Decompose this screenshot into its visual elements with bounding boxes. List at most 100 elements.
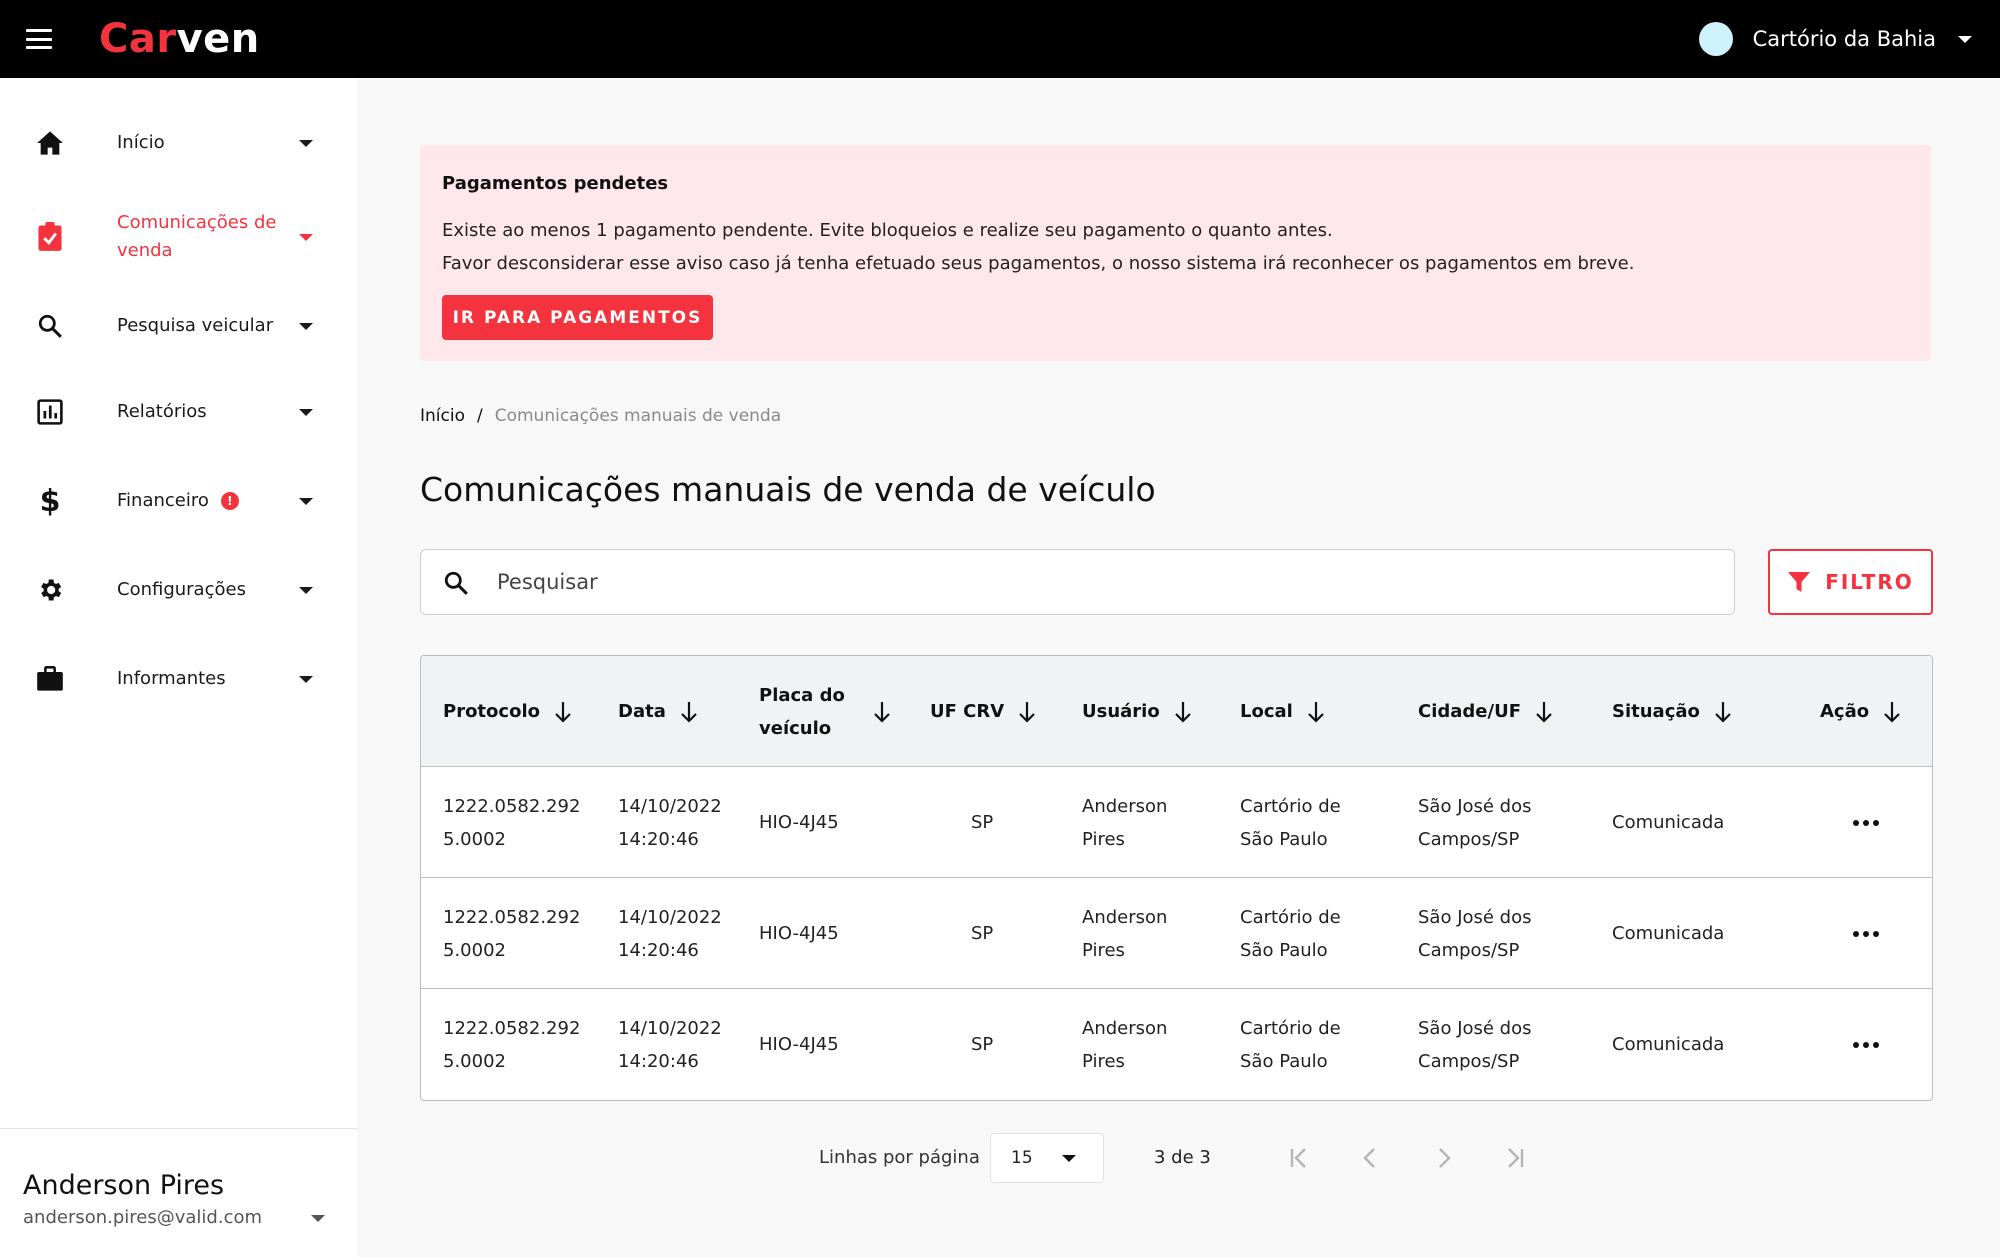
column-header-label: Protocolo xyxy=(443,701,540,722)
search-box[interactable] xyxy=(420,549,1735,615)
gear-icon xyxy=(33,573,67,607)
column-header-usuario[interactable]: Usuário xyxy=(1082,656,1192,767)
top-bar: Carven Cartório da Bahia xyxy=(0,0,2000,78)
clipboard-check-icon xyxy=(33,220,67,254)
chevron-down-icon xyxy=(1062,1155,1076,1162)
menu-icon[interactable] xyxy=(26,29,52,49)
account-switcher[interactable]: Cartório da Bahia xyxy=(1698,19,1972,59)
column-header-acao[interactable]: Ação xyxy=(1820,656,1901,767)
sort-arrow-icon xyxy=(874,701,890,723)
previous-page-icon[interactable] xyxy=(1356,1145,1386,1171)
chevron-down-icon[interactable] xyxy=(299,675,313,683)
column-header-label: UF CRV xyxy=(930,701,1005,722)
alert-message: Existe ao menos 1 pagamento pendente. Ev… xyxy=(442,220,1333,241)
sort-arrow-icon xyxy=(1174,701,1191,723)
sort-arrow-icon xyxy=(1715,701,1731,723)
bar-chart-icon xyxy=(33,395,67,429)
cell-situacao: Comunicada xyxy=(1612,923,1725,944)
sidebar-item-informantes[interactable]: Informantes xyxy=(0,639,357,719)
page-count: 3 de 3 xyxy=(1154,1147,1211,1168)
breadcrumb-separator: / xyxy=(476,406,483,426)
chevron-down-icon[interactable] xyxy=(299,233,313,241)
breadcrumb: Início / Comunicações manuais de venda xyxy=(420,406,781,426)
chevron-down-icon[interactable] xyxy=(299,322,313,330)
chevron-down-icon[interactable] xyxy=(299,408,313,416)
cell-local: Cartório de São Paulo xyxy=(1240,1017,1341,1072)
row-actions-button[interactable] xyxy=(1853,989,1879,1100)
breadcrumb-home[interactable]: Início xyxy=(420,406,465,426)
home-icon xyxy=(33,126,67,160)
chevron-down-icon[interactable] xyxy=(299,586,313,594)
sidebar-item-comunicacoes[interactable]: Comunicações de venda xyxy=(0,194,357,280)
cell-data: 14/10/2022 14:20:46 xyxy=(618,795,722,850)
column-header-label: Cidade/UF xyxy=(1418,701,1521,722)
sidebar-item-inicio[interactable]: Início xyxy=(0,103,357,183)
chevron-down-icon xyxy=(1958,35,1972,43)
sidebar-item-configuracoes[interactable]: Configurações xyxy=(0,550,357,630)
row-actions-button[interactable] xyxy=(1853,767,1879,878)
breadcrumb-current: Comunicações manuais de venda xyxy=(494,406,782,426)
account-name: Cartório da Bahia xyxy=(1752,27,1936,51)
table-header: Protocolo Data Placa do veículo UF CRV U… xyxy=(421,656,1932,767)
cell-cidade: São José dos Campos/SP xyxy=(1418,1017,1532,1072)
column-header-label: Situação xyxy=(1612,701,1700,722)
first-page-icon[interactable] xyxy=(1284,1145,1314,1171)
chevron-down-icon[interactable] xyxy=(299,497,313,505)
column-header-uf-crv[interactable]: UF CRV xyxy=(930,656,1036,767)
filter-button[interactable]: FILTRO xyxy=(1768,549,1933,615)
cell-situacao: Comunicada xyxy=(1612,1034,1725,1055)
next-page-icon[interactable] xyxy=(1428,1145,1458,1171)
cell-usuario: Anderson Pires xyxy=(1082,795,1168,850)
sidebar-item-label: Pesquisa veicular xyxy=(117,315,274,336)
sidebar-item-label: Início xyxy=(117,132,165,153)
cell-data: 14/10/2022 14:20:46 xyxy=(618,906,722,961)
cell-usuario: Anderson Pires xyxy=(1082,906,1168,961)
more-horizontal-icon xyxy=(1853,819,1879,826)
sidebar-item-relatorios[interactable]: Relatórios xyxy=(0,372,357,452)
table-row[interactable]: 1222.0582.292 5.0002 14/10/2022 14:20:46… xyxy=(421,767,1932,878)
sidebar-item-label: Comunicações de venda xyxy=(117,212,277,261)
cell-uf: SP xyxy=(971,1034,994,1055)
cell-usuario: Anderson Pires xyxy=(1082,1017,1168,1072)
chevron-down-icon[interactable] xyxy=(311,1215,325,1222)
column-header-protocolo[interactable]: Protocolo xyxy=(443,656,572,767)
alert-message-secondary: Favor desconsiderar esse aviso caso já t… xyxy=(442,253,1635,274)
cell-placa: HIO-4J45 xyxy=(759,923,839,944)
sidebar-item-label: Configurações xyxy=(117,579,246,600)
user-name: Anderson Pires xyxy=(23,1170,225,1201)
logo-part-red: Car xyxy=(99,16,177,62)
column-header-label: Placa do veículo xyxy=(759,684,845,739)
cell-protocolo: 1222.0582.292 5.0002 xyxy=(443,906,581,961)
sort-arrow-icon xyxy=(1884,701,1900,723)
chevron-down-icon[interactable] xyxy=(299,139,313,147)
sidebar-item-financeiro[interactable]: $ Financeiro! xyxy=(0,461,357,541)
filter-icon xyxy=(1788,572,1811,592)
briefcase-icon xyxy=(33,662,67,696)
rows-per-page-select[interactable]: 15 xyxy=(990,1133,1104,1183)
table-row[interactable]: 1222.0582.292 5.0002 14/10/2022 14:20:46… xyxy=(421,989,1932,1100)
more-horizontal-icon xyxy=(1853,930,1879,937)
cell-cidade: São José dos Campos/SP xyxy=(1418,906,1532,961)
column-header-label: Ação xyxy=(1820,701,1870,722)
sidebar-item-pesquisa-veicular[interactable]: Pesquisa veicular xyxy=(0,283,357,369)
column-header-placa[interactable]: Placa do veículo xyxy=(759,656,891,767)
last-page-icon[interactable] xyxy=(1500,1145,1530,1171)
column-header-label: Data xyxy=(618,701,666,722)
logo[interactable]: Carven xyxy=(99,12,260,66)
cell-placa: HIO-4J45 xyxy=(759,1034,839,1055)
user-email: anderson.pires@valid.com xyxy=(23,1207,263,1228)
column-header-local[interactable]: Local xyxy=(1240,656,1325,767)
column-header-cidade[interactable]: Cidade/UF xyxy=(1418,656,1553,767)
go-to-payments-button[interactable]: IR PARA PAGAMENTOS xyxy=(442,295,713,340)
row-actions-button[interactable] xyxy=(1853,878,1879,989)
column-header-situacao[interactable]: Situação xyxy=(1612,656,1732,767)
table-row[interactable]: 1222.0582.292 5.0002 14/10/2022 14:20:46… xyxy=(421,878,1932,989)
cell-protocolo: 1222.0582.292 5.0002 xyxy=(443,1017,581,1072)
page-title: Comunicações manuais de venda de veículo xyxy=(420,470,1156,509)
search-icon xyxy=(33,309,67,343)
logo-part-white: ven xyxy=(176,16,260,62)
search-input[interactable] xyxy=(497,564,1697,600)
more-horizontal-icon xyxy=(1853,1041,1879,1048)
cell-data: 14/10/2022 14:20:46 xyxy=(618,1017,722,1072)
column-header-data[interactable]: Data xyxy=(618,656,698,767)
